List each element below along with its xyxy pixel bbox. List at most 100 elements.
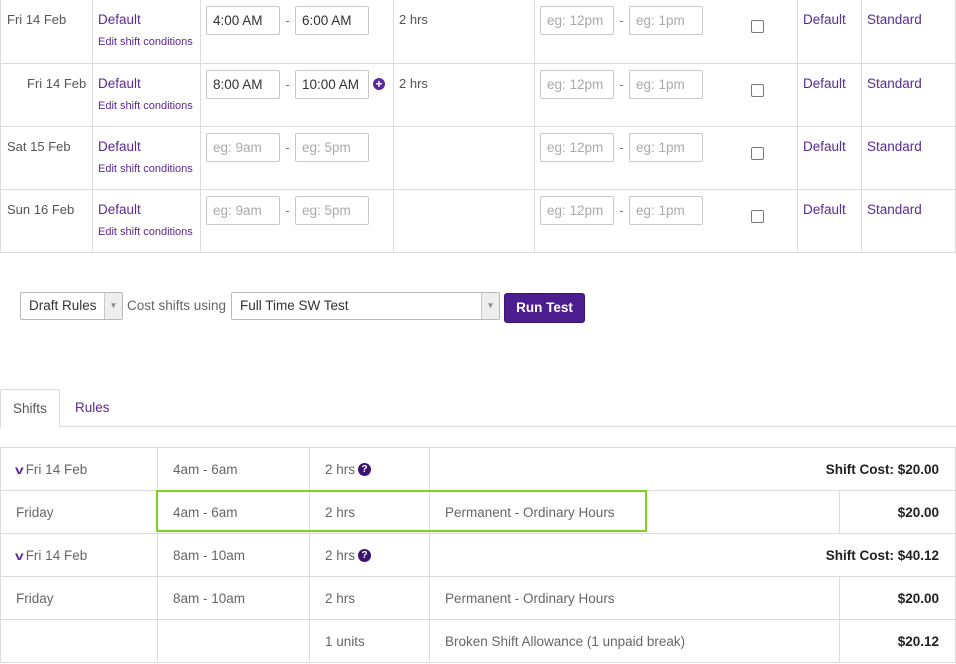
help-icon[interactable]: ? bbox=[358, 548, 372, 562]
break-start-input[interactable]: eg: 12pm bbox=[540, 69, 614, 99]
line-day: Friday bbox=[0, 576, 158, 620]
range-dash: - bbox=[619, 202, 624, 218]
end-time-input[interactable]: eg: 5pm bbox=[295, 195, 369, 225]
shift-checkbox[interactable] bbox=[751, 20, 764, 33]
range-dash: - bbox=[285, 13, 290, 28]
shift-date: Fri 14 Feb bbox=[0, 63, 93, 127]
run-test-button[interactable]: Run Test bbox=[504, 293, 585, 323]
shift-checkbox[interactable] bbox=[751, 209, 764, 223]
results-table: v Fri 14 Feb 4am - 6am 2 hrs? Shift Cost:… bbox=[0, 447, 956, 663]
add-shift-icon[interactable]: + bbox=[373, 78, 385, 90]
cost-profile-value: Full Time SW Test bbox=[240, 298, 349, 313]
line-description: Permanent - Ordinary Hours bbox=[429, 490, 840, 534]
start-time-input[interactable]: 4:00 AM bbox=[206, 6, 280, 35]
shift-summary-row[interactable]: v Fri 14 Feb 4am - 6am 2 hrs? Shift Cost:… bbox=[0, 447, 956, 491]
line-day bbox=[0, 619, 158, 663]
help-icon[interactable]: ? bbox=[358, 462, 372, 476]
shift-time: 4am - 6am bbox=[157, 447, 310, 491]
shift-checkbox[interactable] bbox=[751, 146, 764, 160]
end-time-input[interactable]: 10:00 AM bbox=[295, 69, 369, 99]
shift-row: Sat 15 Feb Default Edit shift conditions… bbox=[0, 126, 956, 190]
range-dash: - bbox=[619, 139, 624, 155]
shift-hours bbox=[393, 189, 535, 253]
break-start-input[interactable]: eg: 12pm bbox=[540, 132, 614, 162]
range-dash: - bbox=[285, 139, 290, 155]
end-time-input[interactable]: eg: 5pm bbox=[295, 132, 369, 162]
rules-select[interactable]: Draft Rules ▼ bbox=[20, 292, 123, 320]
range-dash: - bbox=[285, 202, 290, 218]
end-time-input[interactable]: 6:00 AM bbox=[295, 6, 369, 35]
line-hours: 2 hrs bbox=[309, 490, 430, 534]
result-tabs: Shifts Rules bbox=[0, 389, 956, 428]
edit-shift-conditions-link[interactable]: Edit shift conditions bbox=[98, 226, 200, 238]
cost-profile-select[interactable]: Full Time SW Test ▼ bbox=[231, 292, 500, 320]
edit-shift-conditions-link[interactable]: Edit shift conditions bbox=[98, 100, 200, 112]
line-description: Broken Shift Allowance (1 unpaid break) bbox=[429, 619, 840, 663]
line-time bbox=[157, 619, 310, 663]
shift-time: 8am - 10am bbox=[157, 533, 310, 577]
standard-link[interactable]: Standard bbox=[861, 126, 956, 190]
shift-day-label[interactable]: Fri 14 Feb bbox=[26, 548, 88, 563]
dropdown-arrow-icon: ▼ bbox=[104, 293, 122, 319]
shift-hours: 2 hrs bbox=[393, 0, 535, 64]
shift-day-label[interactable]: Fri 14 Feb bbox=[26, 462, 88, 477]
standard-link[interactable]: Standard bbox=[861, 189, 956, 253]
shift-hours: 2 hrs bbox=[325, 461, 356, 477]
shift-checkbox[interactable] bbox=[751, 83, 764, 97]
shift-table: Fri 14 Feb Default Edit shift conditions… bbox=[0, 0, 956, 253]
range-dash: - bbox=[619, 13, 624, 28]
shift-hours: 2 hrs bbox=[325, 547, 356, 563]
dropdown-arrow-icon: ▼ bbox=[481, 293, 499, 319]
cost-line-row: Friday 8am - 10am 2 hrs Permanent - Ordi… bbox=[0, 576, 956, 620]
break-end-input[interactable]: eg: 1pm bbox=[629, 132, 703, 162]
shift-condition-link[interactable]: Default bbox=[98, 76, 200, 91]
tab-shifts[interactable]: Shifts bbox=[0, 389, 60, 428]
range-dash: - bbox=[619, 76, 624, 92]
shift-date: Sun 16 Feb bbox=[0, 189, 93, 253]
range-dash: - bbox=[285, 76, 290, 92]
chevron-down-icon[interactable]: v bbox=[15, 549, 24, 563]
shift-row: Sun 16 Feb Default Edit shift conditions… bbox=[0, 189, 956, 253]
default-link[interactable]: Default bbox=[797, 126, 862, 190]
line-day: Friday bbox=[0, 490, 158, 534]
shift-condition-link[interactable]: Default bbox=[98, 139, 200, 154]
break-end-input[interactable]: eg: 1pm bbox=[629, 195, 703, 225]
standard-link[interactable]: Standard bbox=[861, 0, 956, 64]
line-amount: $20.12 bbox=[839, 619, 956, 663]
start-time-input[interactable]: 8:00 AM bbox=[206, 69, 280, 99]
tab-rules[interactable]: Rules bbox=[63, 389, 122, 428]
start-time-input[interactable]: eg: 9am bbox=[206, 132, 280, 162]
default-link[interactable]: Default bbox=[797, 0, 862, 64]
rules-select-value: Draft Rules bbox=[29, 298, 97, 313]
shift-summary-row[interactable]: v Fri 14 Feb 8am - 10am 2 hrs? Shift Cost… bbox=[0, 533, 956, 577]
shift-date: Fri 14 Feb bbox=[0, 0, 93, 64]
edit-shift-conditions-link[interactable]: Edit shift conditions bbox=[98, 163, 200, 175]
standard-link[interactable]: Standard bbox=[861, 63, 956, 127]
cost-line-row: 1 units Broken Shift Allowance (1 unpaid… bbox=[0, 619, 956, 663]
shift-condition-link[interactable]: Default bbox=[98, 12, 200, 27]
shift-hours bbox=[393, 126, 535, 190]
shift-condition-link[interactable]: Default bbox=[98, 202, 200, 217]
shift-hours: 2 hrs bbox=[393, 63, 535, 127]
line-time: 4am - 6am bbox=[157, 490, 310, 534]
line-amount: $20.00 bbox=[839, 576, 956, 620]
line-amount: $20.00 bbox=[839, 490, 956, 534]
cost-line-row: Friday 4am - 6am 2 hrs Permanent - Ordin… bbox=[0, 490, 956, 534]
default-link[interactable]: Default bbox=[797, 63, 862, 127]
shift-cost: Shift Cost: $40.12 bbox=[429, 533, 956, 577]
line-hours: 1 units bbox=[309, 619, 430, 663]
edit-shift-conditions-link[interactable]: Edit shift conditions bbox=[98, 36, 200, 48]
default-link[interactable]: Default bbox=[797, 189, 862, 253]
shift-date: Sat 15 Feb bbox=[0, 126, 93, 190]
shift-row: Fri 14 Feb Default Edit shift conditions… bbox=[0, 63, 956, 127]
start-time-input[interactable]: eg: 9am bbox=[206, 195, 280, 225]
break-end-input[interactable]: eg: 1pm bbox=[629, 6, 703, 35]
break-start-input[interactable]: eg: 12pm bbox=[540, 195, 614, 225]
line-hours: 2 hrs bbox=[309, 576, 430, 620]
chevron-down-icon[interactable]: v bbox=[15, 463, 24, 477]
line-time: 8am - 10am bbox=[157, 576, 310, 620]
cost-shifts-label: Cost shifts using bbox=[127, 298, 227, 313]
shift-cost: Shift Cost: $20.00 bbox=[429, 447, 956, 491]
break-start-input[interactable]: eg: 12pm bbox=[540, 6, 614, 35]
break-end-input[interactable]: eg: 1pm bbox=[629, 69, 703, 99]
